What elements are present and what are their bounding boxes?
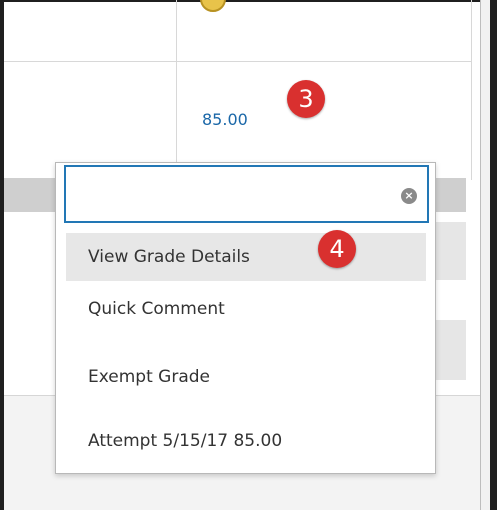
- clear-circle-icon[interactable]: ×: [401, 188, 417, 204]
- table-column-divider: [176, 0, 177, 162]
- grade-value-link[interactable]: 85.00: [202, 110, 248, 129]
- grade-context-menu: × View Grade Details Quick Comment Exemp…: [55, 162, 436, 474]
- window-top-border: [0, 0, 490, 2]
- step-3-callout: 3: [287, 80, 325, 118]
- step-4-callout: 4: [318, 230, 356, 268]
- menu-search-box[interactable]: ×: [64, 165, 429, 223]
- menu-item-quick-comment[interactable]: Quick Comment: [66, 285, 426, 333]
- window-right-border: [490, 0, 497, 510]
- menu-item-view-grade-details[interactable]: View Grade Details: [66, 233, 426, 281]
- menu-item-attempt[interactable]: Attempt 5/15/17 85.00: [66, 417, 426, 465]
- menu-item-exempt-grade[interactable]: Exempt Grade: [66, 353, 426, 401]
- grade-status-icon: [200, 0, 226, 12]
- table-right-divider: [471, 0, 472, 180]
- menu-search-input[interactable]: [66, 167, 427, 221]
- screen: 85.00 3 × View Grade Details Quick Comme…: [0, 0, 497, 510]
- table-row-divider: [4, 61, 472, 62]
